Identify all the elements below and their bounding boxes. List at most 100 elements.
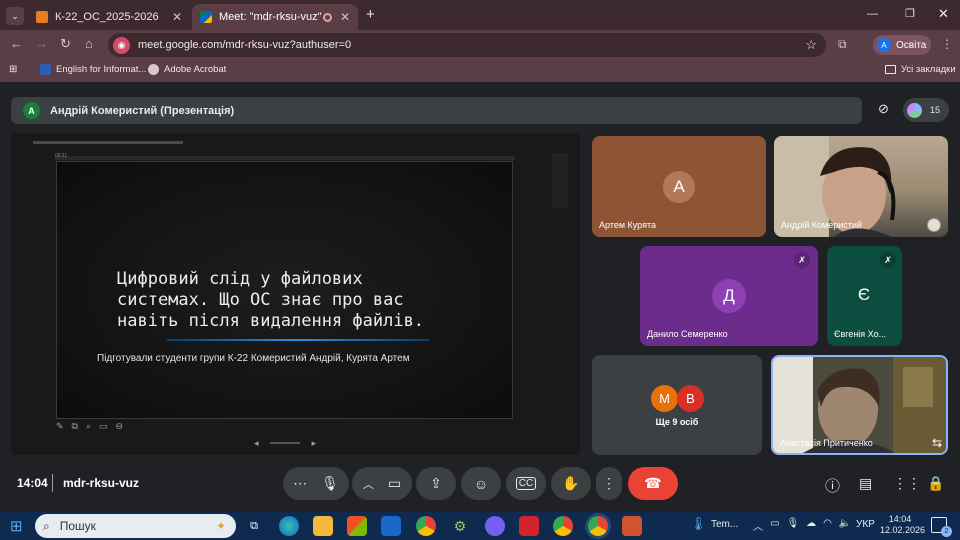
- info-icon[interactable]: ⓘ: [825, 475, 840, 496]
- divider: [52, 474, 53, 492]
- address-bar[interactable]: ◉ meet.google.com/mdr-rksu-vuz?authuser=…: [108, 33, 826, 57]
- outlook-icon[interactable]: [381, 516, 401, 536]
- all-bookmarks-label: Усі закладки: [901, 64, 956, 75]
- raise-hand-button[interactable]: ✋: [551, 467, 591, 500]
- next-slide-icon[interactable]: ▸: [311, 438, 316, 449]
- more-options-button[interactable]: ⋮: [596, 467, 622, 500]
- close-tab-icon[interactable]: ✕: [172, 10, 182, 24]
- notification-count: 2: [941, 526, 952, 537]
- all-bookmarks[interactable]: Усі закладки: [885, 64, 956, 75]
- slide-navigator: ◂ ▸: [254, 437, 316, 449]
- reload-icon[interactable]: ↻: [60, 36, 71, 52]
- copy-icon[interactable]: ⧉: [72, 421, 78, 432]
- microphone-icon[interactable]: 🎙: [321, 475, 339, 492]
- participants-avatars-icon: [907, 102, 922, 118]
- taskbar-search[interactable]: ⌕ Пошук ✦: [35, 514, 236, 538]
- shared-screen-notes: [552, 153, 568, 208]
- activities-icon[interactable]: ⋮⋮: [893, 475, 921, 492]
- file-explorer-icon[interactable]: [313, 516, 333, 536]
- shared-screen-toolbar: [55, 156, 515, 160]
- chrome-profile-icon[interactable]: [553, 516, 573, 536]
- leave-call-button[interactable]: ☎: [628, 467, 678, 500]
- weather-label[interactable]: Tem...: [711, 519, 738, 530]
- slide: Цифровий слід у файлових системах. Що ОС…: [56, 161, 513, 419]
- host-controls-icon[interactable]: 🔒: [927, 475, 944, 492]
- avatar: Є: [849, 280, 879, 310]
- tile-yevheniia[interactable]: Є ✗ Євгенія Хо...: [827, 246, 902, 346]
- bookmark-acrobat[interactable]: Adobe Acrobat: [148, 64, 226, 75]
- present-screen-icon: ⇪: [430, 475, 442, 491]
- swap-icon[interactable]: ⇆: [932, 436, 942, 450]
- forward-icon[interactable]: →: [35, 36, 48, 51]
- tile-more-people[interactable]: М В Ще 9 осіб: [592, 355, 762, 455]
- tab-search-icon[interactable]: ⌄: [6, 7, 24, 25]
- home-icon[interactable]: ⌂: [85, 36, 93, 51]
- reactions-button[interactable]: ☺: [461, 467, 501, 500]
- chevron-up-icon[interactable]: ︿: [363, 476, 374, 492]
- menu-icon[interactable]: ⋮: [941, 37, 953, 51]
- viber-icon[interactable]: [485, 516, 505, 536]
- windows-start-icon[interactable]: ⊞: [10, 517, 23, 535]
- new-tab-button[interactable]: +: [366, 6, 375, 23]
- chrome-icon[interactable]: [416, 516, 436, 536]
- clock[interactable]: 14:04 12.02.2026: [880, 514, 926, 536]
- wifi-icon[interactable]: ◠: [823, 518, 832, 533]
- zoom-icon[interactable]: ⌕: [86, 421, 91, 432]
- speaking-icon: [927, 218, 941, 232]
- tile-artem[interactable]: А Артем Курята: [592, 136, 766, 237]
- slideshow-tools: ✎ ⧉ ⌕ ▭ ⊖: [56, 421, 123, 432]
- pen-icon[interactable]: ✎: [56, 421, 64, 432]
- back-icon[interactable]: ←: [10, 36, 23, 51]
- window-close-icon[interactable]: ✕: [938, 6, 949, 22]
- volume-icon[interactable]: 🔈: [839, 518, 851, 533]
- task-view-icon[interactable]: ⧉: [244, 516, 264, 536]
- tile-danylo[interactable]: Д ✗ Данило Семеренко: [640, 246, 818, 346]
- profile-button[interactable]: A Освіта: [873, 35, 931, 55]
- powerpoint-icon[interactable]: [622, 516, 642, 536]
- minimize-icon[interactable]: —: [867, 8, 878, 20]
- camera-icon[interactable]: ▭: [388, 475, 401, 492]
- onedrive-icon[interactable]: ☁: [806, 518, 816, 533]
- extensions-icon[interactable]: ⧉: [838, 37, 847, 52]
- hang-up-icon: ☎: [644, 475, 662, 491]
- tile-anastasiia[interactable]: Анастасія Притиченко ⇆: [771, 355, 948, 455]
- clock-date: 12.02.2026: [880, 525, 926, 535]
- participants-button[interactable]: 15: [903, 98, 949, 122]
- close-tab-icon[interactable]: ✕: [340, 10, 350, 24]
- more-participants-label: Ще 9 осіб: [655, 417, 699, 427]
- site-info-icon[interactable]: ◉: [113, 36, 130, 54]
- bookmark-star-icon[interactable]: ☆: [805, 37, 817, 53]
- maximize-icon[interactable]: ❐: [905, 7, 915, 20]
- weather-icon[interactable]: 🌡: [690, 516, 707, 532]
- tile-andrii[interactable]: Андрій Комеристий: [774, 136, 948, 237]
- slide-subtitle: Підготували студенти групи К-22 Комерист…: [97, 353, 410, 364]
- mic-tray-icon[interactable]: 🎙: [786, 518, 799, 533]
- acrobat-icon[interactable]: [519, 516, 539, 536]
- more-audio-icon[interactable]: ⋯: [293, 475, 307, 492]
- chrome-active-icon[interactable]: [588, 516, 608, 536]
- store-icon[interactable]: [347, 516, 367, 536]
- display-icon[interactable]: ▭: [770, 518, 779, 533]
- bookmark-label: English for Informat...: [56, 64, 147, 75]
- apps-icon[interactable]: ⊞: [9, 64, 17, 75]
- tab-meet[interactable]: Meet: "mdr-rksu-vuz" ✕: [192, 4, 358, 30]
- bookmark-english[interactable]: English for Informat...: [40, 64, 146, 75]
- language-indicator[interactable]: УКР: [856, 519, 875, 530]
- more-circle-icon[interactable]: ⊖: [116, 421, 124, 432]
- app-icon[interactable]: ⚙: [450, 516, 470, 536]
- presentation-off-icon[interactable]: ⊘: [878, 101, 889, 117]
- camera-control: ︿ ▭: [352, 467, 412, 500]
- avatar: Д: [712, 279, 746, 313]
- meet-icon: [200, 11, 212, 23]
- screen-icon[interactable]: ▭: [99, 421, 108, 432]
- edge-icon[interactable]: [279, 516, 299, 536]
- participant-name: Євгенія Хо...: [834, 329, 887, 339]
- mic-off-icon: ✗: [880, 252, 896, 268]
- tray-overflow-icon[interactable]: ︿: [753, 518, 763, 533]
- chat-icon[interactable]: ▤: [859, 475, 872, 492]
- present-button[interactable]: ⇪: [416, 467, 456, 500]
- tab-course[interactable]: К-22_ОС_2025-2026 ✕: [28, 4, 190, 30]
- presenter-avatar: A: [23, 102, 40, 119]
- prev-slide-icon[interactable]: ◂: [254, 438, 259, 449]
- captions-button[interactable]: CC: [506, 467, 546, 500]
